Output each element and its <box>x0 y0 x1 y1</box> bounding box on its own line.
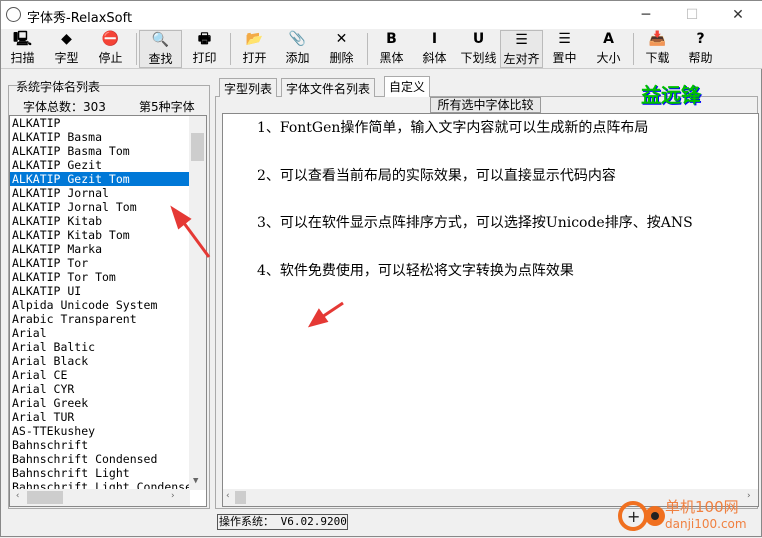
watermark-text: 单机100网 <box>665 498 739 516</box>
svg-text:+: + <box>627 507 640 526</box>
annotation-arrows <box>170 205 344 328</box>
watermark-url: danji100.com <box>665 517 747 531</box>
watermark: + 单机100网 danji100.com <box>613 495 762 537</box>
arrow-icon <box>179 218 211 258</box>
arrow-head <box>307 308 329 328</box>
watermark-logo-icon: + <box>618 501 665 531</box>
